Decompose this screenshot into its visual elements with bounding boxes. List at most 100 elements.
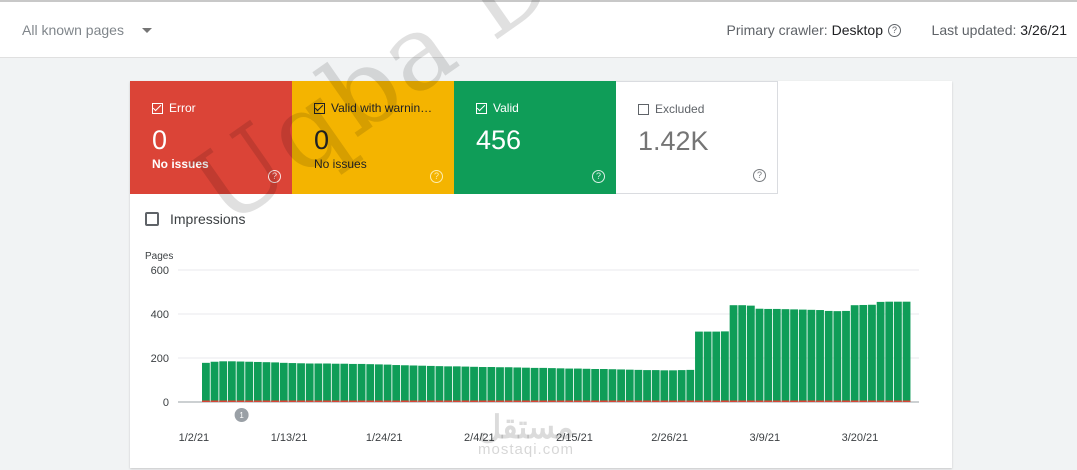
help-icon[interactable]: ? xyxy=(592,170,605,183)
y-tick-label: 600 xyxy=(151,265,169,277)
help-icon[interactable]: ? xyxy=(430,170,443,183)
bar-valid xyxy=(331,363,340,402)
checkbox-checked-icon[interactable] xyxy=(476,102,487,114)
bar-error xyxy=(842,400,850,402)
bar-error xyxy=(288,400,297,402)
bar-valid xyxy=(556,368,565,402)
bar-error xyxy=(695,400,703,402)
bar-valid xyxy=(383,364,392,402)
checkbox-checked-icon[interactable] xyxy=(152,102,163,114)
bar-valid xyxy=(816,310,824,402)
bar-error xyxy=(331,400,340,402)
bar-valid xyxy=(703,331,712,402)
bar-error xyxy=(452,400,461,402)
help-icon[interactable]: ? xyxy=(268,170,281,183)
x-tick-label: 1/2/21 xyxy=(179,432,210,444)
bar-error xyxy=(271,400,279,402)
bar-valid xyxy=(669,370,677,402)
bar-valid xyxy=(522,367,530,402)
bar-valid xyxy=(738,305,747,402)
checkbox-unchecked-icon[interactable] xyxy=(638,103,649,115)
bar-error xyxy=(573,400,582,402)
bar-error xyxy=(513,400,522,402)
help-icon[interactable]: ? xyxy=(753,169,766,182)
bar-error xyxy=(738,400,747,402)
bar-valid xyxy=(868,304,876,402)
x-axis: 1/2/21 1/13/21 1/24/21 2/4/21 2/15/21 2/26/21… xyxy=(179,432,879,444)
status-tiles: Error 0 No issues ? Valid with warnin… 0… xyxy=(130,81,778,194)
bar-valid xyxy=(202,362,210,402)
bar-error xyxy=(721,400,729,402)
tile-error-sub: No issues xyxy=(152,157,209,171)
bar-valid xyxy=(409,365,418,402)
bar-error xyxy=(297,400,305,402)
bar-valid xyxy=(764,308,773,402)
bar-error xyxy=(764,400,773,402)
bar-valid xyxy=(859,304,868,402)
bar-valid xyxy=(219,361,228,402)
bar-error xyxy=(418,400,427,402)
tile-valid-value: 456 xyxy=(476,125,522,155)
page-filter-dropdown[interactable]: All known pages xyxy=(22,22,152,38)
bar-valid xyxy=(591,369,600,402)
bar-error xyxy=(487,400,496,402)
bar-error xyxy=(677,400,686,402)
bar-valid xyxy=(772,308,781,402)
bar-valid xyxy=(314,363,323,402)
bar-error xyxy=(599,400,608,402)
chart-annotation[interactable]: 1 xyxy=(234,408,249,422)
bar-valid xyxy=(548,368,556,402)
bar-valid xyxy=(375,364,383,402)
y-tick-label: 0 xyxy=(163,397,169,409)
tile-warning[interactable]: Valid with warnin… 0 No issues ? xyxy=(292,81,454,194)
bar-error xyxy=(634,400,643,402)
primary-crawler: Primary crawler: Desktop ? xyxy=(727,22,901,38)
checkbox-checked-icon[interactable] xyxy=(314,102,325,114)
bar-error xyxy=(859,400,868,402)
bar-valid xyxy=(894,301,902,402)
bar-valid xyxy=(504,367,513,402)
bar-error xyxy=(539,400,548,402)
bar-error xyxy=(703,400,712,402)
bar-error xyxy=(651,400,660,402)
checkbox-unchecked-icon[interactable] xyxy=(145,212,159,226)
bar-valid xyxy=(357,363,366,402)
bar-error xyxy=(245,400,254,402)
bar-error xyxy=(660,400,669,402)
bar-valid xyxy=(297,363,305,402)
bar-error xyxy=(729,400,738,402)
bar-error xyxy=(591,400,600,402)
impressions-toggle[interactable]: Impressions xyxy=(145,211,245,227)
bar-error xyxy=(444,400,452,402)
bar-valid xyxy=(340,363,349,402)
bar-error xyxy=(504,400,513,402)
bar-error xyxy=(496,400,504,402)
bar-error xyxy=(885,400,894,402)
tile-excluded[interactable]: Excluded 1.42K ? xyxy=(616,81,778,194)
bar-error xyxy=(383,400,392,402)
bar-valid xyxy=(253,361,262,402)
x-tick-label: 3/20/21 xyxy=(842,432,879,444)
tile-valid[interactable]: Valid 456 ? xyxy=(454,81,616,194)
bar-error xyxy=(219,400,228,402)
bar-valid xyxy=(599,369,608,402)
bar-valid xyxy=(444,366,452,402)
bar-error xyxy=(625,400,634,402)
y-tick-label: 400 xyxy=(151,309,169,321)
bar-error xyxy=(807,400,816,402)
bar-error xyxy=(340,400,349,402)
bar-error xyxy=(323,400,331,402)
tile-error[interactable]: Error 0 No issues ? xyxy=(130,81,292,194)
x-tick-label: 2/4/21 xyxy=(464,432,495,444)
coverage-chart: 0 200 400 600 1/2/21 1/13/21 1/24/21 2/4/21 2/1… xyxy=(145,251,919,444)
bar-error xyxy=(227,400,236,402)
help-icon[interactable]: ? xyxy=(888,23,901,37)
bar-valid xyxy=(617,369,625,402)
tile-excluded-value: 1.42K xyxy=(638,126,709,156)
bar-valid xyxy=(452,366,461,402)
x-tick-label: 1/24/21 xyxy=(366,432,403,444)
y-axis-title: Pages xyxy=(145,251,173,262)
bar-valid xyxy=(478,367,487,402)
bar-valid xyxy=(288,363,297,402)
bar-error xyxy=(478,400,487,402)
